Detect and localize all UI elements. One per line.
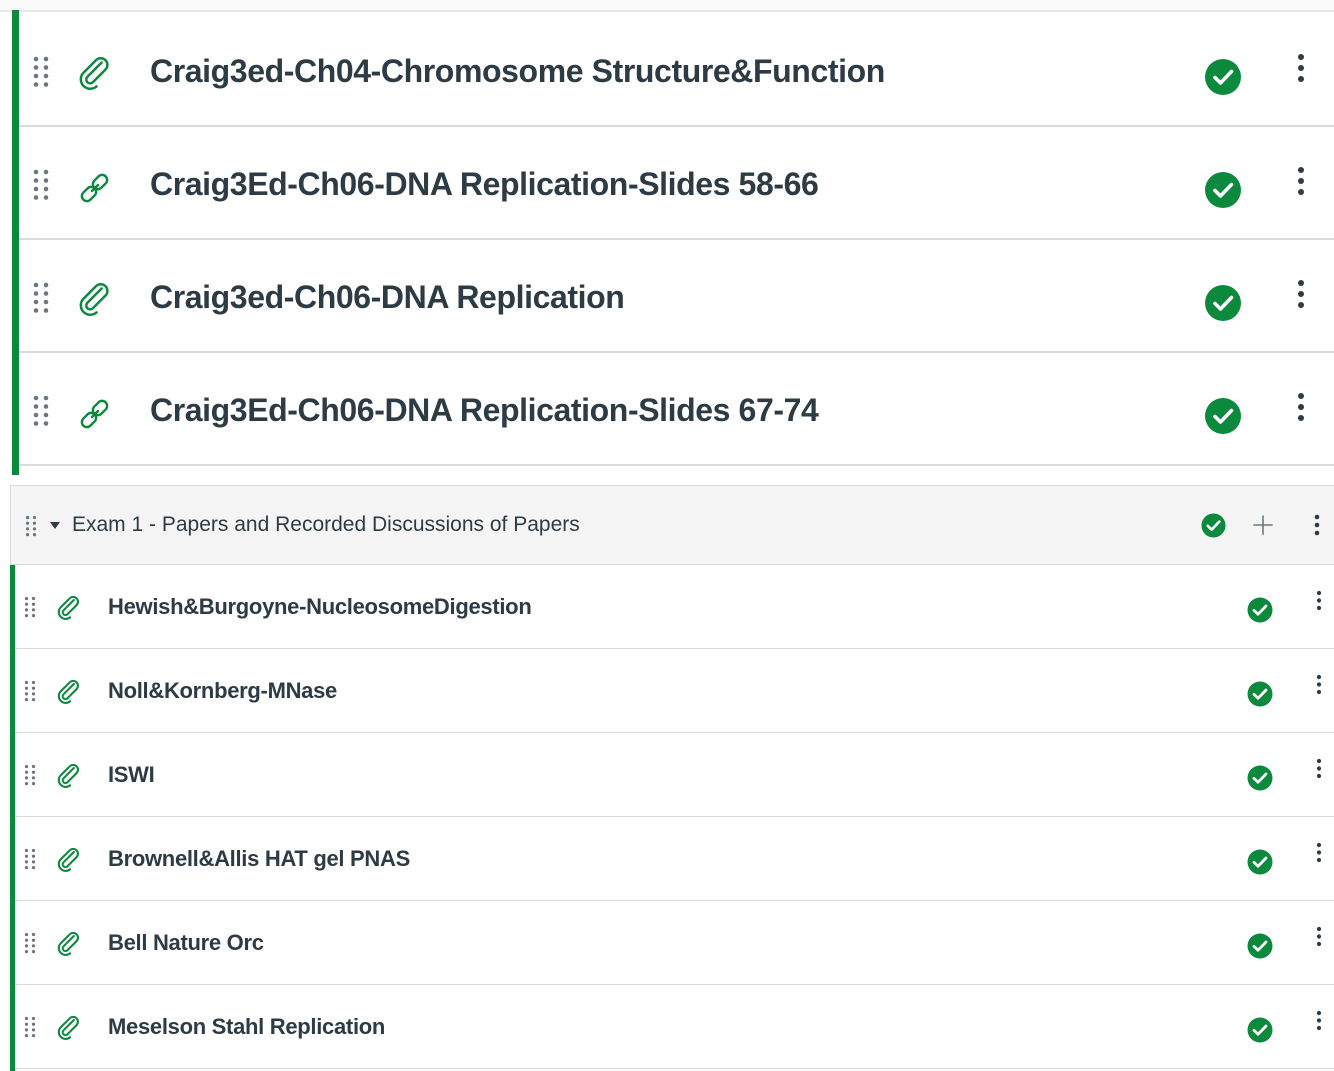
item-title[interactable]: Craig3ed-Ch04-Chromosome Structure&Funct… <box>150 53 885 90</box>
published-check-icon[interactable] <box>1247 1017 1273 1043</box>
published-check-icon[interactable] <box>1205 172 1241 208</box>
published-check-icon[interactable] <box>1247 597 1273 623</box>
module-title[interactable]: Exam 1 - Papers and Recorded Discussions… <box>72 513 580 537</box>
more-options-icon[interactable] <box>1310 758 1328 784</box>
published-check-icon[interactable] <box>1205 398 1241 434</box>
drag-handle-icon[interactable] <box>33 168 49 202</box>
drag-handle-icon[interactable] <box>24 680 36 702</box>
drag-handle-icon[interactable] <box>24 932 36 954</box>
attachment-icon <box>57 764 79 788</box>
add-item-icon[interactable] <box>1252 514 1274 536</box>
module-top-border <box>0 0 1334 12</box>
link-icon <box>80 399 109 429</box>
published-check-icon[interactable] <box>1247 681 1273 707</box>
more-options-icon[interactable] <box>1307 513 1327 539</box>
drag-handle-icon[interactable] <box>25 515 37 537</box>
item-title[interactable]: Bell Nature Orc <box>108 930 264 956</box>
module-item[interactable]: Noll&Kornberg-MNase <box>15 649 1334 733</box>
module-item[interactable]: Hewish&Burgoyne-NucleosomeDigestion <box>15 565 1334 649</box>
published-check-icon[interactable] <box>1205 59 1241 95</box>
item-title[interactable]: Brownell&Allis HAT gel PNAS <box>108 846 410 872</box>
drag-handle-icon[interactable] <box>33 281 49 315</box>
module-item[interactable]: Craig3ed-Ch06-DNA Replication <box>19 241 1334 353</box>
more-options-icon[interactable] <box>1310 674 1328 700</box>
item-title[interactable]: Meselson Stahl Replication <box>108 1014 385 1040</box>
more-options-icon[interactable] <box>1287 166 1315 202</box>
attachment-icon <box>57 932 79 956</box>
published-check-icon[interactable] <box>1247 849 1273 875</box>
module-item[interactable]: Craig3ed-Ch04-Chromosome Structure&Funct… <box>19 15 1334 127</box>
published-check-icon[interactable] <box>1205 285 1241 321</box>
attachment-icon <box>57 596 79 620</box>
exam-module-items: Hewish&Burgoyne-NucleosomeDigestion Noll… <box>10 565 1334 1071</box>
drag-handle-icon[interactable] <box>24 596 36 618</box>
more-options-icon[interactable] <box>1310 590 1328 616</box>
attachment-icon <box>79 283 109 316</box>
published-check-icon[interactable] <box>1247 765 1273 791</box>
drag-handle-icon[interactable] <box>33 394 49 428</box>
module-item[interactable]: Craig3Ed-Ch06-DNA Replication-Slides 58-… <box>19 128 1334 240</box>
more-options-icon[interactable] <box>1287 392 1315 428</box>
module-item[interactable]: Bell Nature Orc <box>15 901 1334 985</box>
item-title[interactable]: ISWI <box>108 762 155 788</box>
more-options-icon[interactable] <box>1287 279 1315 315</box>
module-header[interactable]: Exam 1 - Papers and Recorded Discussions… <box>10 485 1334 565</box>
item-title[interactable]: Noll&Kornberg-MNase <box>108 678 337 704</box>
attachment-icon <box>79 57 109 90</box>
module-item[interactable]: Meselson Stahl Replication <box>15 985 1334 1069</box>
published-check-icon[interactable] <box>1201 513 1226 538</box>
attachment-icon <box>57 680 79 704</box>
upper-module: Craig3ed-Ch04-Chromosome Structure&Funct… <box>0 0 1334 475</box>
attachment-icon <box>57 1016 79 1040</box>
more-options-icon[interactable] <box>1287 53 1315 89</box>
item-title[interactable]: Craig3ed-Ch06-DNA Replication <box>150 279 625 316</box>
item-title[interactable]: Hewish&Burgoyne-NucleosomeDigestion <box>108 594 532 620</box>
collapse-caret-icon[interactable] <box>50 522 60 530</box>
more-options-icon[interactable] <box>1310 842 1328 868</box>
attachment-icon <box>57 848 79 872</box>
drag-handle-icon[interactable] <box>24 764 36 786</box>
module-item[interactable]: Brownell&Allis HAT gel PNAS <box>15 817 1334 901</box>
drag-handle-icon[interactable] <box>24 1016 36 1038</box>
module-item[interactable]: Craig3Ed-Ch06-DNA Replication-Slides 67-… <box>19 354 1334 466</box>
module-item[interactable]: ISWI <box>15 733 1334 817</box>
published-check-icon[interactable] <box>1247 933 1273 959</box>
item-title[interactable]: Craig3Ed-Ch06-DNA Replication-Slides 58-… <box>150 166 819 203</box>
item-title[interactable]: Craig3Ed-Ch06-DNA Replication-Slides 67-… <box>150 392 819 429</box>
more-options-icon[interactable] <box>1310 1010 1328 1036</box>
drag-handle-icon[interactable] <box>33 55 49 89</box>
more-options-icon[interactable] <box>1310 926 1328 952</box>
drag-handle-icon[interactable] <box>24 848 36 870</box>
link-icon <box>80 173 109 203</box>
published-indicator-bar <box>12 10 19 475</box>
